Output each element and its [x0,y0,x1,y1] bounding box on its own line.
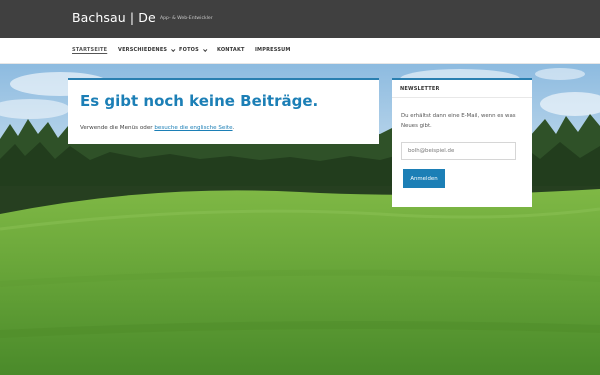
email-field[interactable] [401,142,516,160]
english-page-link[interactable]: besuche die englische Seite [154,125,232,131]
newsletter-text: Du erhältst dann eine E-Mail, wenn es wa… [401,113,516,129]
site-title[interactable]: Bachsau | De [72,10,156,25]
chevron-down-icon [171,47,176,52]
nav-item-startseite[interactable]: STARTSEITE [72,47,107,53]
nav-item-label: KONTAKT [217,47,245,53]
content-text: Verwende die Menüs oder besuche die engl… [80,125,234,131]
site-description: App- & Web-Entwickler [160,16,213,21]
text-before-link: Verwende die Menüs oder [80,125,155,131]
nav-item-label: STARTSEITE [72,47,108,53]
divider [392,97,532,98]
nav-item-label: IMPRESSUM [255,47,291,53]
main-navigation: STARTSEITE VERSCHIEDENES FOTOS KONTAKT I… [0,38,600,64]
content-card: Es gibt noch keine Beiträge. Verwende di… [68,78,379,144]
nav-item-verschiedenes[interactable]: VERSCHIEDENES [118,47,176,53]
text-after-link: . [232,125,235,131]
newsletter-widget: NEWSLETTER Du erhältst dann eine E-Mail,… [392,78,532,207]
nav-item-fotos[interactable]: FOTOS [179,47,208,53]
subscribe-button[interactable]: Anmelden [403,169,445,188]
nav-item-impressum[interactable]: IMPRESSUM [255,47,291,53]
newsletter-title: NEWSLETTER [400,86,440,92]
site-header: Bachsau | De App- & Web-Entwickler [0,0,600,38]
nav-item-label: FOTOS [179,47,199,53]
chevron-down-icon [203,47,208,52]
nav-item-label: VERSCHIEDENES [118,47,168,53]
page-title: Es gibt noch keine Beiträge. [80,92,319,110]
nav-item-kontakt[interactable]: KONTAKT [217,47,245,53]
